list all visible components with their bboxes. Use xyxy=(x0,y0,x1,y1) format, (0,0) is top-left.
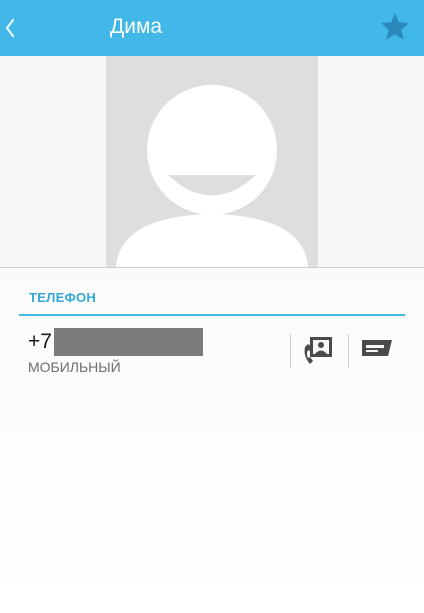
action-bar: Дима xyxy=(0,0,424,56)
phone-entry[interactable]: +7 МОБИЛЬНЫЙ xyxy=(19,320,405,384)
phone-number: +7 xyxy=(28,328,203,356)
call-button[interactable] xyxy=(302,334,336,368)
message-button[interactable] xyxy=(360,336,394,366)
phone-number-prefix: +7 xyxy=(28,330,52,353)
chevron-left-icon xyxy=(5,18,15,38)
section-title-phone: ТЕЛЕФОН xyxy=(29,290,97,305)
section-divider xyxy=(19,314,405,316)
page-title: Дима xyxy=(110,15,163,38)
header-divider xyxy=(0,267,424,268)
default-avatar-icon xyxy=(116,85,308,267)
redacted-number xyxy=(53,328,203,356)
back-button[interactable] xyxy=(0,0,52,56)
favorite-button[interactable] xyxy=(364,0,424,56)
contact-call-icon xyxy=(304,337,332,364)
phone-type-label: МОБИЛЬНЫЙ xyxy=(28,359,121,375)
action-divider xyxy=(348,334,349,368)
star-icon xyxy=(381,13,409,40)
message-icon xyxy=(362,340,392,356)
action-divider xyxy=(290,334,291,368)
contact-photo[interactable] xyxy=(106,56,318,267)
